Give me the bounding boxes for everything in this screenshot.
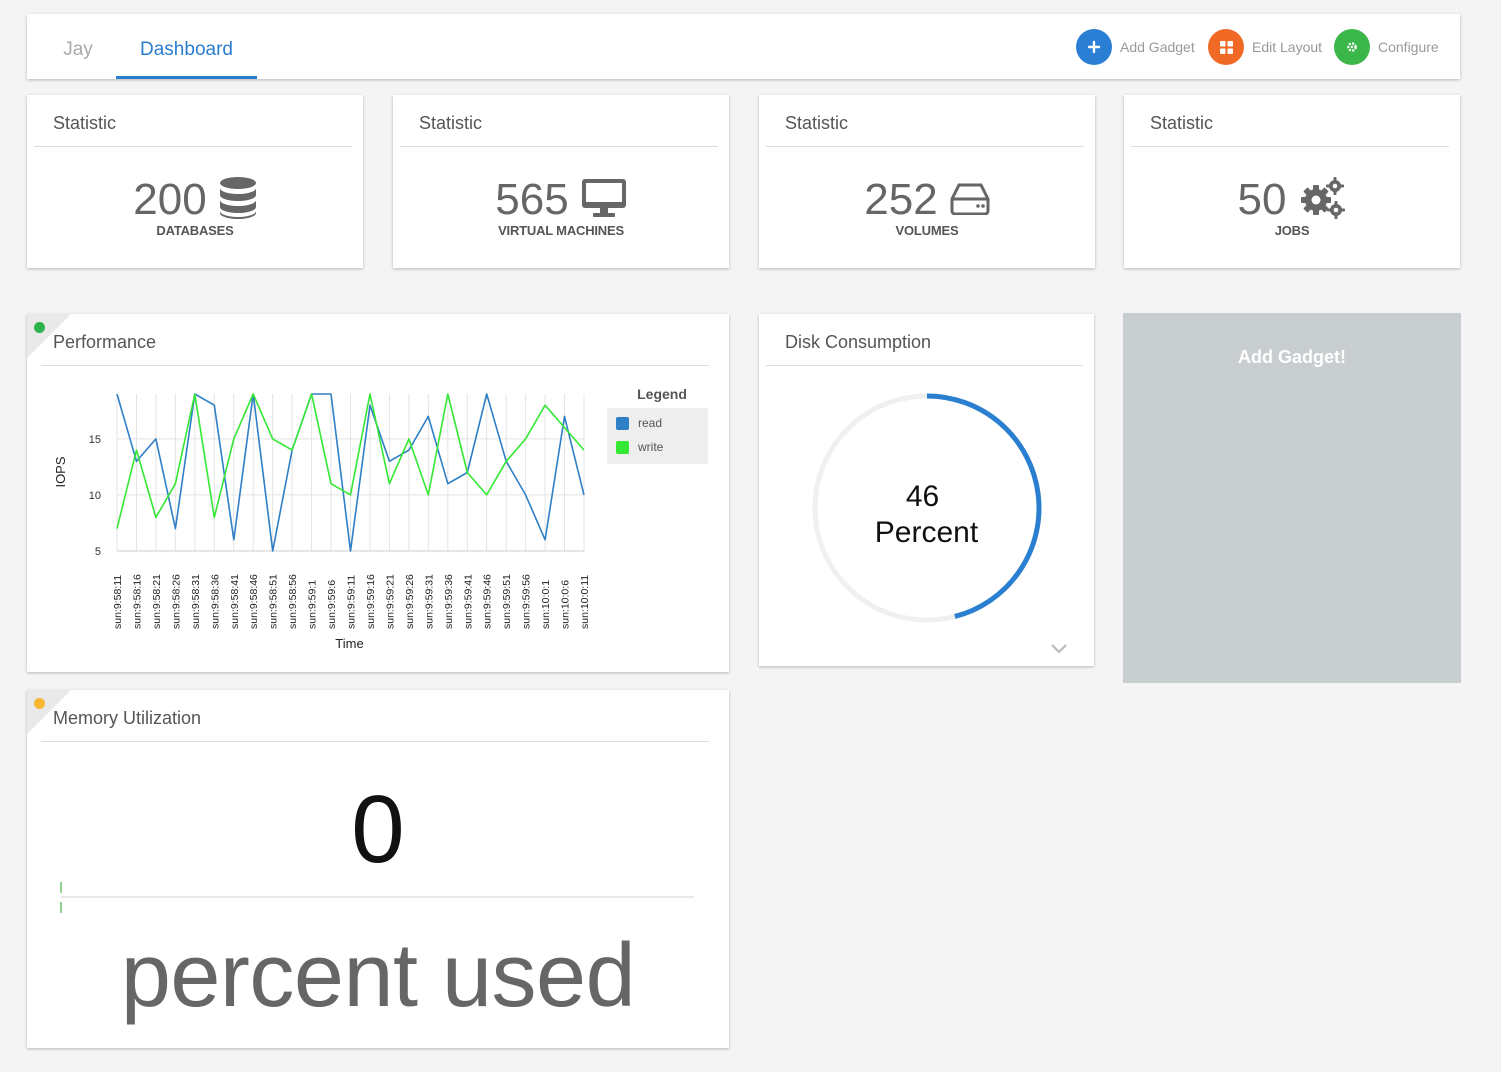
stat-label: VIRTUAL MACHINES <box>498 223 624 238</box>
memory-value: 0 <box>351 776 405 883</box>
monitor-icon <box>581 178 627 223</box>
database-icon <box>219 176 257 224</box>
x-tick-label: sun:9:58:31 <box>190 574 202 629</box>
card-title: Statistic <box>785 113 849 133</box>
legend-item-read[interactable]: read <box>616 416 662 430</box>
card-title: Statistic <box>1150 113 1214 133</box>
card-title: Memory Utilization <box>53 708 202 728</box>
stat-value: 252 <box>864 175 938 224</box>
performance-line-chart: 5 10 15 sun:9:58:11 sun:9:58:16 sun:9:58:21 su… <box>53 393 591 651</box>
x-tick-label: sun:9:59:36 <box>443 574 455 629</box>
legend-label: read <box>638 416 663 430</box>
gauge-tick <box>60 882 62 893</box>
divider <box>41 741 709 742</box>
y-axis-label: IOPS <box>53 456 68 487</box>
legend-label: write <box>638 440 664 454</box>
x-tick-label: sun:9:59:46 <box>482 574 494 629</box>
x-axis-label: Time <box>335 636 363 651</box>
x-tick-label: sun:9:59:51 <box>501 574 513 629</box>
chevron-down-icon[interactable] <box>1050 641 1068 659</box>
stat-card-jobs: Statistic 50 JOBS <box>1124 95 1460 268</box>
add-gadget-label: Add Gadget <box>1120 39 1195 55</box>
memory-utilization-gadget: Memory Utilization 0 percent used <box>27 690 729 1048</box>
x-tick-label: sun:9:59:21 <box>384 574 396 629</box>
x-tick-label: sun:9:59:31 <box>423 574 435 629</box>
plus-icon <box>1076 29 1112 65</box>
x-tick-label: sun:9:58:11 <box>112 575 124 629</box>
memory-unit: percent used <box>120 926 636 1026</box>
stat-label: VOLUMES <box>895 223 959 238</box>
grid-icon <box>1208 29 1244 65</box>
x-tick-label: sun:10:0:11 <box>579 575 591 629</box>
x-tick-label: sun:9:59:1 <box>307 580 319 629</box>
y-tick-label: 5 <box>95 546 101 558</box>
memory-gauge-track <box>61 896 694 898</box>
configure-label: Configure <box>1378 39 1439 55</box>
x-tick-label: sun:9:58:21 <box>151 574 163 629</box>
legend: read write <box>607 408 708 464</box>
performance-gadget: Performance 5 10 15 sun:9:58:11 sun:9:58:16 s… <box>27 314 729 672</box>
y-tick-label: 10 <box>89 490 101 502</box>
tab-jay[interactable]: Jay <box>41 14 115 79</box>
stat-value: 50 <box>1237 175 1287 224</box>
legend-swatch <box>616 440 629 454</box>
x-tick-label: sun:9:58:56 <box>287 574 299 629</box>
add-gadget-panel[interactable]: Add Gadget! <box>1123 313 1461 683</box>
legend-title: Legend <box>637 386 687 402</box>
add-gadget-button[interactable]: Add Gadget <box>1076 29 1195 65</box>
tab-dashboard[interactable]: Dashboard <box>116 14 257 79</box>
edit-layout-label: Edit Layout <box>1252 39 1323 55</box>
x-tick-label: sun:9:58:51 <box>268 574 280 629</box>
x-tick-label: sun:9:58:16 <box>131 574 143 629</box>
legend-item-write[interactable]: write <box>616 440 663 454</box>
stat-label: DATABASES <box>156 223 234 238</box>
stat-value: 565 <box>495 175 569 224</box>
hard-drive-icon <box>950 181 990 220</box>
top-nav-bar: Jay Dashboard Add Gadget Edit Layout Con… <box>27 14 1460 79</box>
disk-value: 46 <box>905 480 940 513</box>
add-gadget-title: Add Gadget! <box>1238 347 1346 367</box>
x-tick-label: sun:9:58:26 <box>170 574 182 629</box>
x-tick-label: sun:9:58:46 <box>248 574 260 629</box>
divider <box>400 146 718 147</box>
stat-card-volumes: Statistic 252 VOLUMES <box>759 95 1095 268</box>
y-tick-label: 15 <box>89 434 101 446</box>
gear-icon <box>1334 29 1370 65</box>
x-tick-label: sun:9:58:41 <box>229 574 241 629</box>
x-tick-label: sun:9:59:26 <box>404 574 416 629</box>
configure-button[interactable]: Configure <box>1334 29 1439 65</box>
status-indicator <box>34 698 45 709</box>
card-title: Statistic <box>419 113 483 133</box>
x-tick-label: sun:9:59:16 <box>365 574 377 629</box>
stat-card-virtual-machines: Statistic 565 VIRTUAL MACHINES <box>393 95 729 268</box>
x-tick-label: sun:9:59:6 <box>326 580 338 629</box>
x-tick-label: sun:9:59:11 <box>346 575 358 629</box>
x-tick-label: sun:9:58:36 <box>209 574 221 629</box>
disk-consumption-gadget: Disk Consumption 46 Percent <box>759 314 1094 666</box>
edit-layout-button[interactable]: Edit Layout <box>1208 29 1322 65</box>
x-tick-label: sun:9:59:41 <box>462 574 474 629</box>
disk-unit: Percent <box>874 516 979 549</box>
gears-icon <box>1298 176 1346 225</box>
x-tick-label: sun:10:0:1 <box>540 580 552 629</box>
gauge-tick <box>60 902 62 913</box>
x-tick-label: sun:9:59:56 <box>521 574 533 629</box>
legend-swatch <box>616 416 629 430</box>
stat-card-databases: Statistic 200 DATABASES <box>27 95 363 268</box>
divider <box>34 146 352 147</box>
divider <box>766 146 1084 147</box>
x-tick-label: sun:10:0:6 <box>560 580 572 629</box>
card-title: Statistic <box>53 113 117 133</box>
divider <box>1131 146 1449 147</box>
stat-label: JOBS <box>1274 223 1310 238</box>
stat-value: 200 <box>133 175 207 224</box>
